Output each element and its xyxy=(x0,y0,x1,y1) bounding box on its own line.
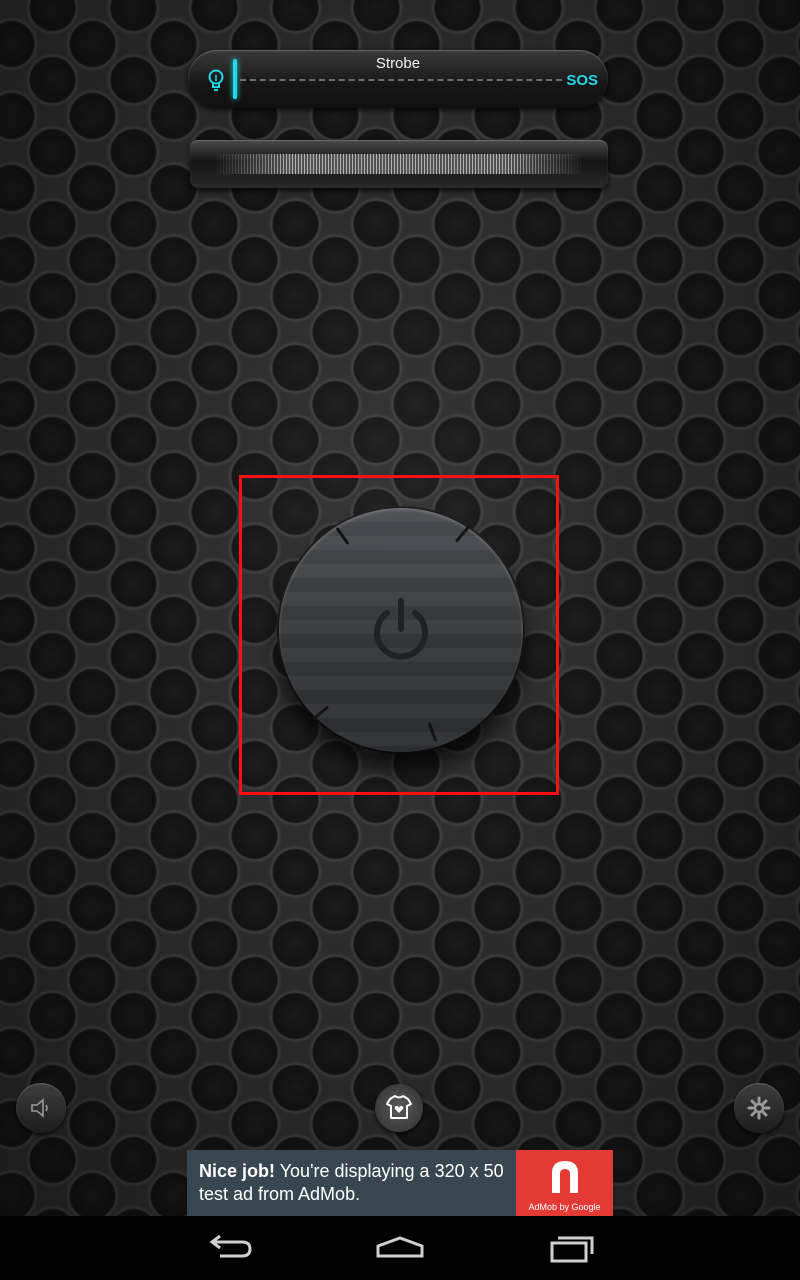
recents-icon[interactable] xyxy=(542,1232,602,1264)
mode-slider-track[interactable] xyxy=(240,79,562,81)
skin-button[interactable] xyxy=(375,1084,423,1132)
sound-button[interactable] xyxy=(16,1083,66,1133)
knob-notch xyxy=(454,525,471,543)
mode-selector[interactable]: Strobe SOS xyxy=(188,50,608,108)
sos-label: SOS xyxy=(566,72,598,89)
shirt-heart-icon xyxy=(386,1095,412,1119)
mode-slider-thumb[interactable] xyxy=(233,59,237,99)
admob-logo: AdMob by Google xyxy=(516,1150,613,1216)
bulb-icon xyxy=(208,69,224,91)
speaker-icon xyxy=(31,1098,48,1118)
flashlight-app: Strobe SOS Nice job! You're displaying a… xyxy=(0,0,800,1280)
knob-notch xyxy=(335,526,350,546)
wheel-ridges xyxy=(214,154,584,174)
back-icon[interactable] xyxy=(200,1232,260,1264)
home-icon[interactable] xyxy=(370,1232,430,1264)
knob-notch xyxy=(427,722,438,742)
settings-button[interactable] xyxy=(734,1083,784,1133)
ad-banner[interactable]: Nice job! You're displaying a 320 x 50 t… xyxy=(187,1150,613,1216)
gear-icon xyxy=(747,1096,771,1120)
mode-label: Strobe xyxy=(375,55,421,72)
brightness-wheel[interactable] xyxy=(190,140,608,188)
knob-notch xyxy=(311,705,330,721)
ad-text: Nice job! You're displaying a 320 x 50 t… xyxy=(199,1160,515,1206)
power-button[interactable] xyxy=(279,508,523,752)
ad-headline: Nice job! xyxy=(199,1161,276,1181)
admob-caption: AdMob by Google xyxy=(528,1202,601,1212)
admob-icon xyxy=(552,1161,578,1193)
system-navigation-bar xyxy=(0,1216,800,1280)
power-icon xyxy=(374,598,428,660)
